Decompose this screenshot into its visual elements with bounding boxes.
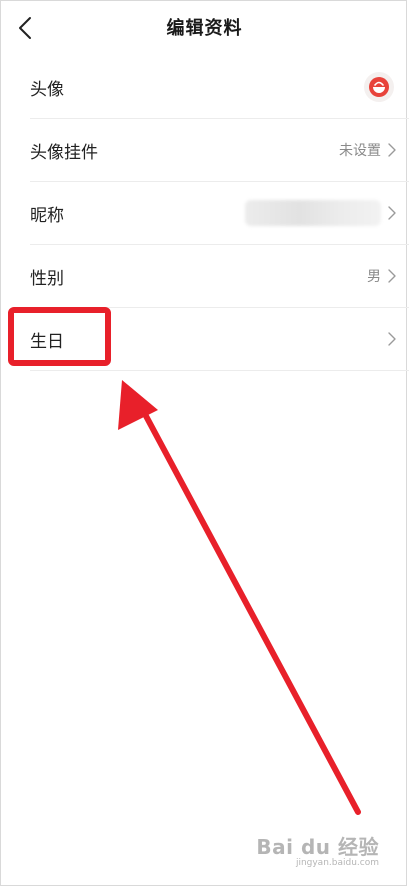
row-label: 头像挂件 bbox=[30, 142, 98, 163]
page-title: 编辑资料 bbox=[166, 18, 243, 39]
chevron-right-icon bbox=[388, 269, 396, 283]
row-value: 未设置 bbox=[339, 143, 381, 159]
row-nickname[interactable]: 昵称 bbox=[30, 182, 409, 245]
chevron-right-icon bbox=[388, 206, 396, 220]
row-gender[interactable]: 性别 男 bbox=[30, 245, 409, 308]
chevron-right-icon bbox=[388, 332, 396, 346]
row-right bbox=[245, 182, 397, 244]
avatar-logo-icon bbox=[369, 77, 389, 97]
row-right: 未设置 bbox=[339, 119, 397, 181]
row-value: 男 bbox=[367, 269, 381, 285]
row-label: 昵称 bbox=[30, 205, 64, 226]
row-right bbox=[364, 56, 397, 118]
annotation-highlight-box bbox=[8, 307, 111, 366]
chevron-right-icon bbox=[388, 143, 396, 157]
row-right bbox=[387, 308, 397, 370]
watermark-brand: Bai du 经验 bbox=[256, 835, 379, 859]
header: 编辑资料 bbox=[0, 0, 409, 56]
watermark: Bai du 经验 jingyan.baidu.com bbox=[256, 831, 379, 868]
row-right: 男 bbox=[367, 245, 397, 307]
row-label: 性别 bbox=[30, 268, 64, 289]
blurred-nickname-value bbox=[245, 200, 381, 226]
avatar[interactable] bbox=[364, 72, 394, 102]
row-label: 头像 bbox=[30, 79, 64, 100]
row-avatar[interactable]: 头像 bbox=[30, 56, 409, 119]
row-avatar-pendant[interactable]: 头像挂件 未设置 bbox=[30, 119, 409, 182]
